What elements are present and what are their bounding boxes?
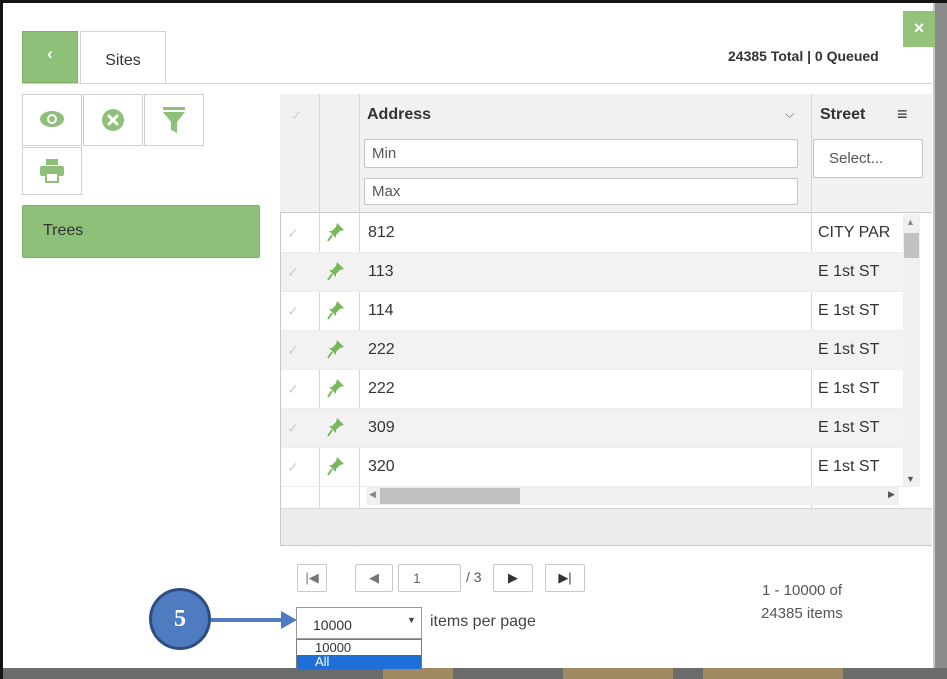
close-button[interactable]: × xyxy=(903,11,935,47)
previous-page-button[interactable]: ◀ xyxy=(355,564,393,592)
address-cell: 114 xyxy=(368,302,394,319)
street-cell: E 1st ST xyxy=(818,263,880,280)
address-min-input[interactable]: Min xyxy=(364,139,798,168)
street-cell: E 1st ST xyxy=(818,302,880,319)
close-icon: × xyxy=(913,18,925,38)
table-row[interactable]: ✓ 113 E 1st ST xyxy=(281,253,903,292)
option-all[interactable]: All xyxy=(297,655,421,669)
chevron-left-icon: ‹ xyxy=(47,44,53,63)
row-check-icon[interactable]: ✓ xyxy=(287,225,299,242)
row-check-icon[interactable]: ✓ xyxy=(287,420,299,437)
first-page-button[interactable]: |◀ xyxy=(297,564,327,592)
street-cell: E 1st ST xyxy=(818,341,880,358)
street-cell: E 1st ST xyxy=(818,380,880,397)
items-per-page-options: 10000 All xyxy=(296,639,422,669)
street-cell: E 1st ST xyxy=(818,419,880,436)
clear-button[interactable] xyxy=(83,94,143,146)
items-per-page-select[interactable]: 10000 xyxy=(296,607,422,639)
row-check-icon[interactable]: ✓ xyxy=(287,381,299,398)
row-check-icon[interactable]: ✓ xyxy=(287,342,299,359)
column-menu-icon[interactable]: ≡ xyxy=(897,104,908,125)
street-filter-select[interactable]: Select... xyxy=(813,139,923,178)
previous-page-icon: ◀ xyxy=(369,570,379,585)
grid-footer xyxy=(281,508,932,545)
view-button[interactable] xyxy=(22,94,82,146)
address-cell: 113 xyxy=(368,263,394,280)
select-all-check[interactable]: ✓ xyxy=(291,108,302,124)
address-max-input[interactable]: Max xyxy=(364,178,798,205)
address-cell: 320 xyxy=(368,458,395,475)
pin-icon[interactable] xyxy=(327,378,345,398)
item-range: 1 - 10000 of xyxy=(762,582,843,599)
table-row[interactable]: ✓ 114 E 1st ST xyxy=(281,292,903,331)
scroll-left-icon[interactable]: ◀ xyxy=(369,489,376,500)
tab-sites[interactable]: Sites xyxy=(80,31,166,84)
table-row[interactable]: ✓ 812 CITY PAR xyxy=(281,214,903,253)
filter-icon xyxy=(163,107,185,133)
pin-icon[interactable] xyxy=(327,417,345,437)
table-row[interactable]: ✓ 222 E 1st ST xyxy=(281,331,903,370)
pin-icon[interactable] xyxy=(327,300,345,320)
pin-icon[interactable] xyxy=(327,339,345,359)
item-total: 24385 items xyxy=(761,605,843,622)
first-page-icon: |◀ xyxy=(305,570,319,585)
address-cell: 812 xyxy=(368,224,395,241)
page-count: / 3 xyxy=(466,569,482,585)
cancel-circle-icon xyxy=(102,109,124,131)
address-cell: 222 xyxy=(368,380,395,397)
pin-icon[interactable] xyxy=(327,261,345,281)
header-divider xyxy=(22,83,932,84)
page-number-input[interactable]: 1 xyxy=(398,564,461,592)
option-10000[interactable]: 10000 xyxy=(297,640,421,655)
scroll-up-icon[interactable]: ▲ xyxy=(906,217,915,227)
row-check-icon[interactable]: ✓ xyxy=(287,264,299,281)
step-number-callout: 5 xyxy=(149,588,211,650)
horizontal-scroll-thumb[interactable] xyxy=(380,488,520,504)
chevron-down-icon[interactable]: ⌵ xyxy=(785,107,794,122)
row-check-icon[interactable]: ✓ xyxy=(287,459,299,476)
pin-icon[interactable] xyxy=(327,456,345,476)
table-row[interactable]: ✓ 309 E 1st ST xyxy=(281,409,903,448)
next-page-icon: ▶ xyxy=(508,570,518,585)
last-page-button[interactable]: ▶| xyxy=(545,564,585,592)
last-page-icon: ▶| xyxy=(558,570,572,585)
column-header-address[interactable]: Address xyxy=(367,106,431,124)
print-button[interactable] xyxy=(22,147,82,195)
address-cell: 309 xyxy=(368,419,395,436)
scroll-down-icon[interactable]: ▼ xyxy=(906,474,915,484)
filter-button[interactable] xyxy=(144,94,204,146)
row-check-icon[interactable]: ✓ xyxy=(287,303,299,320)
back-button[interactable]: ‹ xyxy=(22,31,78,83)
column-header-street[interactable]: Street xyxy=(820,106,865,124)
street-cell: CITY PAR xyxy=(818,224,891,241)
items-per-page-label: items per page xyxy=(430,613,536,630)
print-icon xyxy=(40,159,64,183)
arrow-icon xyxy=(211,611,297,629)
address-cell: 222 xyxy=(368,341,395,358)
total-count: 24385 Total | 0 Queued xyxy=(728,48,879,64)
scroll-right-icon[interactable]: ▶ xyxy=(888,489,895,500)
pin-icon[interactable] xyxy=(327,222,345,242)
eye-icon xyxy=(40,111,64,127)
layer-trees[interactable]: Trees xyxy=(22,205,260,258)
street-cell: E 1st ST xyxy=(818,458,880,475)
table-row[interactable]: ✓ 222 E 1st ST xyxy=(281,370,903,409)
next-page-button[interactable]: ▶ xyxy=(493,564,533,592)
dropdown-arrow-icon[interactable]: ▼ xyxy=(407,615,416,625)
table-row[interactable]: ✓ 320 E 1st ST xyxy=(281,448,903,487)
vertical-scroll-thumb[interactable] xyxy=(904,233,919,258)
